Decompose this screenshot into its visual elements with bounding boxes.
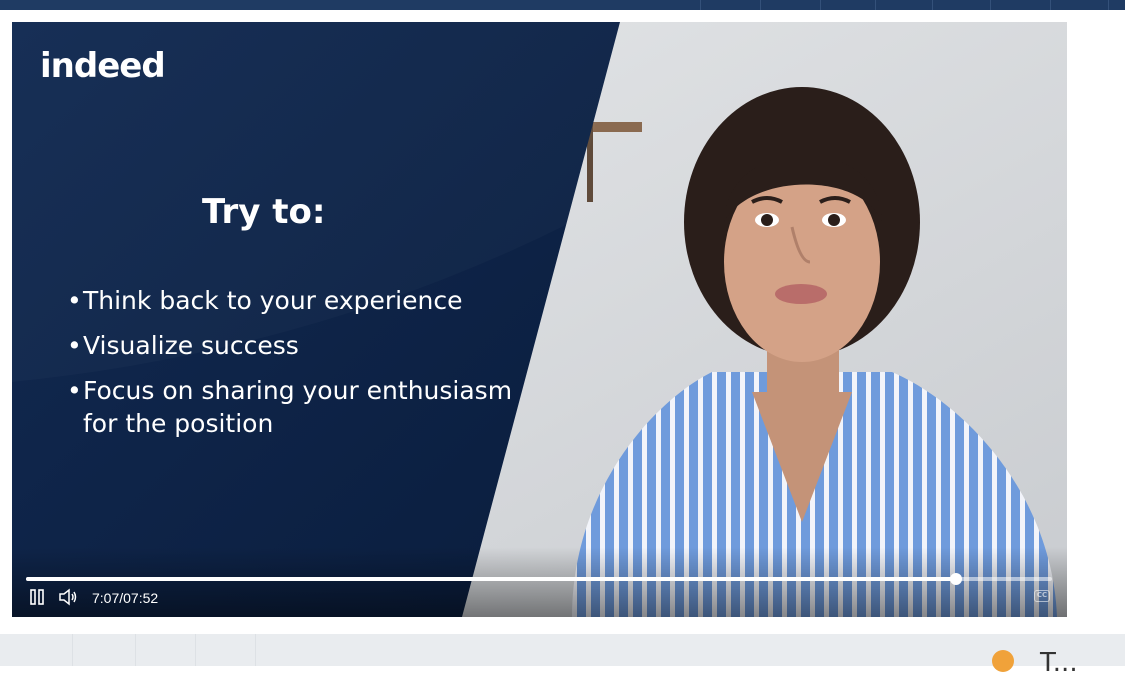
top-bar-divider (932, 0, 933, 10)
pause-icon (30, 589, 44, 605)
top-bar-divider (820, 0, 821, 10)
video-player[interactable]: indeed Try to: Think back to your experi… (12, 22, 1067, 617)
section-divider (195, 634, 196, 666)
partner-logo-icon (992, 650, 1014, 672)
slide-bullet: Visualize success (67, 329, 527, 362)
closed-captions-icon: CC (1036, 591, 1048, 599)
top-bar-divider (1050, 0, 1051, 10)
pause-button[interactable] (28, 588, 48, 606)
page-bottom-section (0, 634, 1125, 666)
slide-title: Try to: (202, 192, 326, 232)
section-divider (255, 634, 256, 666)
section-divider (72, 634, 73, 666)
indeed-logo: indeed (40, 46, 166, 86)
progress-fill (26, 577, 956, 581)
section-divider (135, 634, 136, 666)
progress-scrubber[interactable] (949, 573, 962, 585)
volume-button[interactable] (58, 588, 78, 606)
time-display: 7:07/07:52 (92, 590, 159, 606)
slide-bullet: Think back to your experience (67, 284, 527, 317)
slide-bullet-list: Think back to your experience Visualize … (67, 284, 527, 452)
slide-bullet: Focus on sharing your enthusiasm for the… (67, 374, 527, 440)
partner-logo-text: T... (1040, 648, 1078, 678)
progress-bar[interactable] (26, 573, 1052, 585)
top-bar-divider (875, 0, 876, 10)
top-bar-divider (760, 0, 761, 10)
top-bar-divider (990, 0, 991, 10)
volume-icon (59, 588, 77, 606)
top-bar (0, 0, 1125, 10)
top-bar-divider (1108, 0, 1109, 10)
controls-overlay (12, 547, 1067, 617)
top-bar-divider (700, 0, 701, 10)
closed-captions-button[interactable]: CC (1034, 590, 1050, 602)
